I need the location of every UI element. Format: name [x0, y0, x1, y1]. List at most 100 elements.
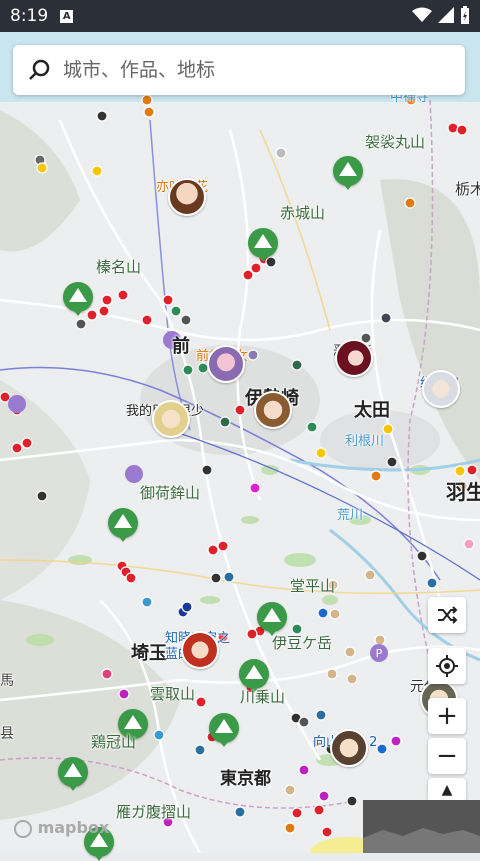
signal-icon	[438, 7, 454, 23]
status-bar: 8:19 A	[0, 0, 480, 32]
spot-marker	[194, 744, 206, 756]
mountain-pin-kawanori[interactable]	[209, 713, 239, 747]
mountain-pin-dodaira[interactable]	[257, 602, 287, 636]
mapbox-logo[interactable]: mapbox	[14, 818, 109, 838]
spot-marker	[181, 601, 193, 613]
spot-marker	[242, 269, 254, 281]
river-label: 荒川	[337, 508, 364, 523]
mountain-icon	[254, 234, 272, 248]
mountain-pin-akagi[interactable]	[248, 228, 278, 262]
spot-marker	[318, 790, 330, 802]
notification-icon: A	[60, 9, 74, 23]
spot-marker	[21, 437, 33, 449]
spot-marker	[247, 349, 259, 361]
mountain-icon	[339, 162, 357, 176]
spot-marker	[315, 709, 327, 721]
work-avatar-haganai[interactable]	[152, 400, 190, 438]
search-box[interactable]	[13, 45, 465, 95]
spot-marker	[98, 305, 110, 317]
spot-markers[interactable]	[0, 32, 480, 853]
work-avatar-anohana[interactable]	[181, 631, 219, 669]
mountain-pin-mikabo[interactable]	[108, 508, 138, 542]
spot-marker	[291, 807, 303, 819]
city-label: 太田	[354, 400, 390, 421]
spot-marker	[376, 743, 388, 755]
station-icon	[125, 465, 143, 483]
spot-marker	[454, 465, 466, 477]
spot-marker	[346, 795, 358, 807]
spot-marker	[246, 628, 258, 640]
city-label: 埼玉	[131, 643, 167, 664]
spot-marker	[463, 538, 475, 550]
spot-marker	[250, 262, 262, 274]
work-avatar-yamanosusume[interactable]	[330, 729, 368, 767]
preview-thumbnail[interactable]	[363, 800, 480, 853]
spot-marker	[75, 318, 87, 330]
spot-marker	[370, 470, 382, 482]
zoom-in-button[interactable]: +	[428, 698, 466, 734]
spot-marker	[91, 165, 103, 177]
spot-marker	[141, 596, 153, 608]
work-avatar-maebashi-witches[interactable]	[207, 345, 245, 383]
spot-marker	[153, 729, 165, 741]
spot-marker	[195, 696, 207, 708]
spot-marker	[275, 147, 287, 159]
spot-marker	[447, 122, 459, 134]
mountain-pin-tosaka[interactable]	[58, 757, 88, 791]
spot-marker	[326, 668, 338, 680]
spot-marker	[456, 124, 468, 136]
spot-marker	[298, 716, 310, 728]
locate-button[interactable]	[428, 648, 466, 684]
search-input[interactable]	[61, 58, 445, 82]
spot-marker	[291, 359, 303, 371]
mountain-label: 御荷鉾山	[140, 484, 201, 502]
mountain-label: 堂平山	[290, 577, 336, 595]
battery-icon	[461, 6, 469, 24]
mountain-pin-izugatake[interactable]	[239, 659, 269, 693]
spot-marker	[36, 162, 48, 174]
zoom-out-button[interactable]: −	[428, 738, 466, 774]
spot-marker	[125, 572, 137, 584]
mountain-icon	[215, 719, 233, 733]
mountain-icon	[69, 288, 87, 302]
spot-marker	[386, 456, 398, 468]
work-avatar-yoha[interactable]	[168, 178, 206, 216]
spot-marker	[390, 735, 402, 747]
spot-marker	[86, 309, 98, 321]
spot-marker	[234, 404, 246, 416]
mountain-pin-haruna[interactable]	[63, 282, 93, 316]
city-label: 羽生	[446, 480, 480, 504]
mountain-label: 袈裟丸山	[365, 133, 426, 151]
spot-marker	[380, 312, 392, 324]
spot-marker	[466, 464, 478, 476]
city-label: 東京都	[220, 769, 271, 789]
mountain-label: 榛名山	[96, 258, 142, 276]
mountain-icon	[263, 608, 281, 622]
spot-marker	[313, 804, 325, 816]
mountain-pin-kesamaru[interactable]	[333, 156, 363, 190]
region-label: 馬	[0, 673, 14, 689]
spot-marker	[306, 421, 318, 433]
spot-marker	[284, 822, 296, 834]
attribution-text: mapbox	[37, 818, 110, 837]
compass-button[interactable]: ▲	[428, 778, 466, 802]
river-label: 利根川	[345, 434, 385, 449]
city-label: 栃木	[455, 180, 480, 198]
spot-marker	[11, 442, 23, 454]
map[interactable]: P	[0, 32, 480, 861]
spot-marker	[182, 364, 194, 376]
mountain-label: 赤城山	[280, 204, 326, 222]
spot-marker	[416, 550, 428, 562]
mountain-label: 川乗山	[240, 688, 286, 706]
work-avatar-yosuga[interactable]	[422, 370, 460, 408]
mountain-label: 鶏冠山	[91, 733, 137, 751]
work-avatar-isesaki[interactable]	[254, 391, 292, 429]
svg-text:P: P	[376, 647, 383, 660]
shuffle-icon	[438, 606, 458, 624]
spot-marker	[217, 540, 229, 552]
shuffle-button[interactable]	[428, 597, 466, 633]
spot-marker	[223, 571, 235, 583]
spot-marker	[364, 569, 376, 581]
work-avatar-aku-no-hana[interactable]	[335, 339, 373, 377]
spot-marker	[162, 294, 174, 306]
